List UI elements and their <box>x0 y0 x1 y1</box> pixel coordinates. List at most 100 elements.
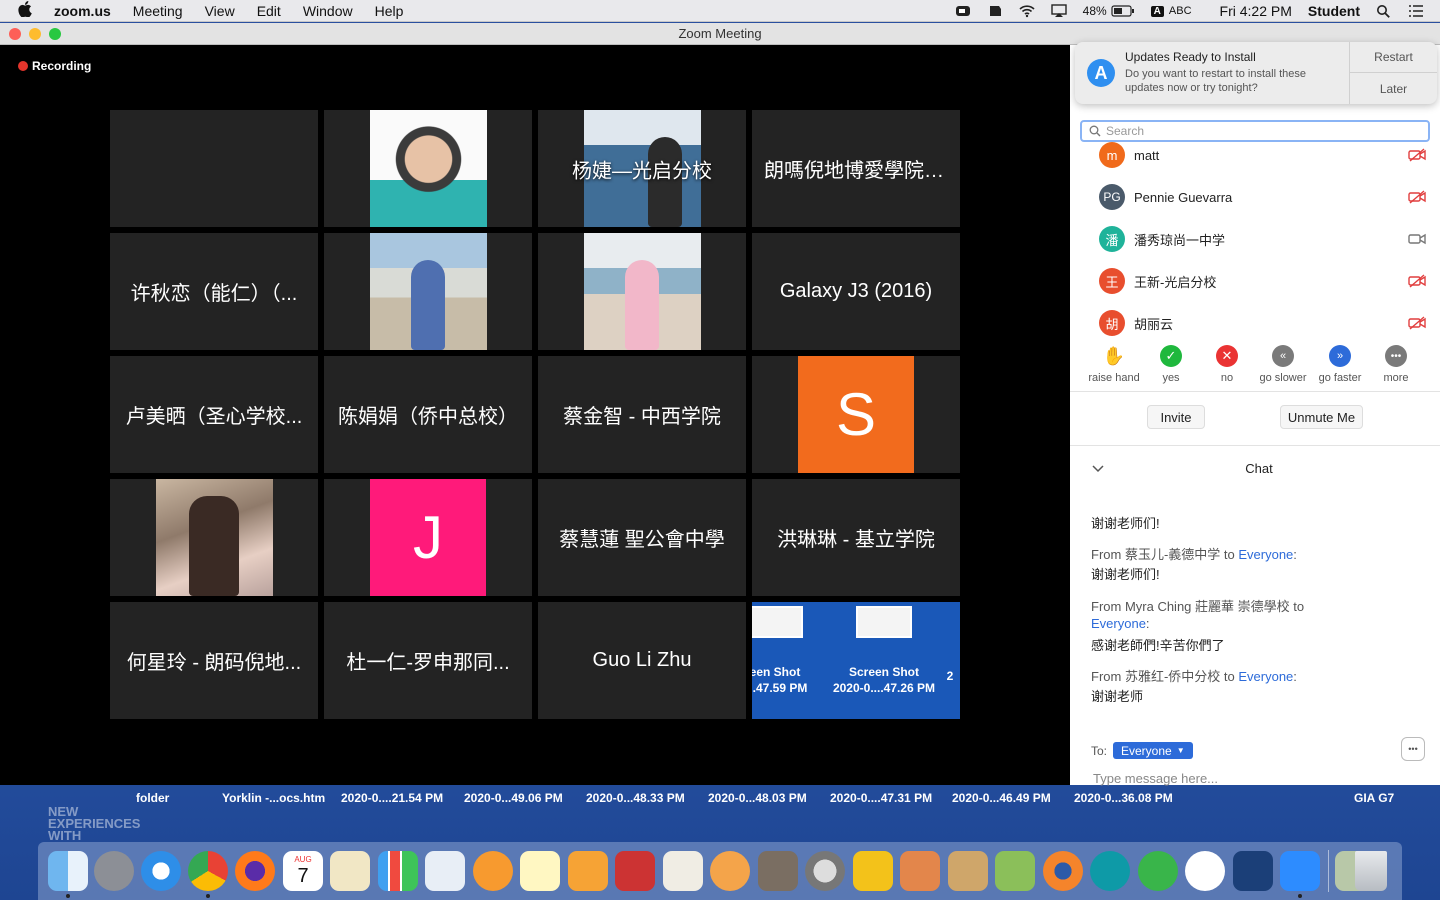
menu-view[interactable]: View <box>205 3 235 19</box>
launchpad-icon[interactable] <box>94 851 134 891</box>
scratch-icon[interactable] <box>710 851 750 891</box>
participant-tile[interactable] <box>324 110 532 227</box>
textedit-icon[interactable] <box>663 851 703 891</box>
archive-icon[interactable] <box>948 851 988 891</box>
wifi-icon[interactable] <box>1019 4 1035 18</box>
minimize-window-button[interactable] <box>29 28 41 40</box>
zoom-app-icon[interactable] <box>1280 851 1320 891</box>
desktop-file-label[interactable]: folder <box>136 791 169 805</box>
blender-icon[interactable] <box>1043 851 1083 891</box>
participant-tile[interactable]: 蔡金智 - 中西学院 <box>538 356 746 473</box>
desktop-file-label[interactable]: 2020-0...48.03 PM <box>708 791 807 805</box>
desktop-file-label[interactable]: 2020-0....21.54 PM <box>341 791 443 805</box>
screen-share-tile[interactable]: een Shot ....47.59 PM Screen Shot 2020-0… <box>752 602 960 719</box>
invite-button[interactable]: Invite <box>1147 405 1205 429</box>
menu-meeting[interactable]: Meeting <box>133 3 183 19</box>
battery-icon[interactable] <box>1111 5 1135 17</box>
go-slower-button[interactable]: « go slower <box>1255 345 1311 384</box>
chat-message-input[interactable]: Type message here... <box>1093 771 1218 786</box>
spotlight-search-icon[interactable] <box>1376 4 1392 18</box>
video-on-icon[interactable] <box>1408 232 1426 246</box>
yes-button[interactable]: ✓ yes <box>1143 345 1199 384</box>
raise-hand-button[interactable]: ✋ raise hand <box>1086 345 1142 385</box>
video-off-icon[interactable] <box>1408 148 1426 162</box>
later-button[interactable]: Later <box>1350 73 1437 104</box>
menu-clock[interactable]: Fri 4:22 PM <box>1220 3 1292 19</box>
menu-edit[interactable]: Edit <box>257 3 281 19</box>
desktop-file-label[interactable]: 2020-0...46.49 PM <box>952 791 1051 805</box>
no-button[interactable]: ✕ no <box>1199 345 1255 384</box>
notification-center-icon[interactable] <box>1408 4 1424 18</box>
desktop-file-label[interactable]: Yorklin -...ocs.htm <box>222 791 325 805</box>
video-off-icon[interactable] <box>1408 316 1426 330</box>
firefox-icon[interactable] <box>235 851 275 891</box>
participant-tile[interactable]: J <box>324 479 532 596</box>
numbers-icon[interactable] <box>378 851 418 891</box>
participant-tile[interactable]: 陈娟娟（侨中总校） <box>324 356 532 473</box>
participant-tile[interactable]: 许秋恋（能仁）（... <box>110 233 318 350</box>
participant-row[interactable]: m matt <box>1070 134 1440 176</box>
participant-tile[interactable]: 蔡慧蓮 聖公會中學 <box>538 479 746 596</box>
desktop-file-label[interactable]: 2020-0....47.31 PM <box>830 791 932 805</box>
readwrite-icon[interactable] <box>1233 851 1273 891</box>
calendar-icon[interactable]: AUG 7 <box>283 851 323 891</box>
participant-row[interactable]: 胡 胡丽云 <box>1070 302 1440 344</box>
atom-icon[interactable] <box>1138 851 1178 891</box>
pages-icon[interactable] <box>568 851 608 891</box>
keynote-icon[interactable] <box>425 851 465 891</box>
participant-tile[interactable]: 何星玲 - 朗码倪地... <box>110 602 318 719</box>
participant-tile[interactable]: Guo Li Zhu <box>538 602 746 719</box>
participant-row[interactable]: PG Pennie Guevarra <box>1070 176 1440 218</box>
chat-more-button[interactable]: ••• <box>1401 737 1425 761</box>
participant-tile[interactable] <box>110 110 318 227</box>
finder-icon[interactable] <box>48 851 88 891</box>
close-window-button[interactable] <box>9 28 21 40</box>
desktop-file-label[interactable]: GIA G7 <box>1354 791 1394 805</box>
go-faster-button[interactable]: » go faster <box>1312 345 1368 384</box>
video-off-icon[interactable] <box>1408 190 1426 204</box>
participant-tile[interactable]: Galaxy J3 (2016) <box>752 233 960 350</box>
participant-tile[interactable]: 杨婕—光启分校 <box>538 110 746 227</box>
desktop-file-label[interactable]: 2020-0...49.06 PM <box>464 791 563 805</box>
participant-row[interactable]: 潘 潘秀琼尚一中学 <box>1070 218 1440 260</box>
stickies-icon[interactable] <box>520 851 560 891</box>
restart-button[interactable]: Restart <box>1350 42 1437 73</box>
participant-tile[interactable] <box>324 233 532 350</box>
participant-tile[interactable]: 洪琳琳 - 基立学院 <box>752 479 960 596</box>
participant-tile[interactable]: 卢美晒（圣心学校... <box>110 356 318 473</box>
ibooks-icon[interactable] <box>473 851 513 891</box>
participant-tile[interactable] <box>538 233 746 350</box>
photo-booth-icon[interactable] <box>615 851 655 891</box>
evernote-status-icon[interactable] <box>987 4 1003 18</box>
menu-user[interactable]: Student <box>1308 3 1360 19</box>
notes-app-icon[interactable] <box>330 851 370 891</box>
unmute-me-button[interactable]: Unmute Me <box>1280 405 1363 429</box>
participant-tile[interactable]: 朗嗎倪地博愛學院學校 <box>752 110 960 227</box>
menu-window[interactable]: Window <box>303 3 353 19</box>
app-icon[interactable] <box>900 851 940 891</box>
participant-tile[interactable] <box>110 479 318 596</box>
input-source[interactable]: A ABC <box>1150 5 1192 17</box>
menu-app-name[interactable]: zoom.us <box>54 3 111 19</box>
video-off-icon[interactable] <box>1408 274 1426 288</box>
safari-icon[interactable] <box>141 851 181 891</box>
preview-icon[interactable] <box>995 851 1035 891</box>
gimp-icon[interactable] <box>758 851 798 891</box>
desktop-file-label[interactable]: 2020-0...48.33 PM <box>586 791 685 805</box>
apple-menu-icon[interactable] <box>18 0 38 21</box>
participant-row[interactable]: 王 王新-光启分校 <box>1070 260 1440 302</box>
zoom-window-button[interactable] <box>49 28 61 40</box>
evernote-icon[interactable] <box>1185 851 1225 891</box>
arduino-icon[interactable] <box>1090 851 1130 891</box>
moodle-icon[interactable] <box>853 851 893 891</box>
trash-icon[interactable] <box>1355 851 1387 891</box>
chat-recipient-select[interactable]: Everyone ▼ <box>1113 742 1193 759</box>
participant-tile[interactable]: 杜一仁-罗申那同... <box>324 602 532 719</box>
airplay-icon[interactable] <box>1050 4 1067 18</box>
desktop-file-label[interactable]: 2020-0...36.08 PM <box>1074 791 1173 805</box>
menu-help[interactable]: Help <box>375 3 404 19</box>
zoom-status-icon[interactable] <box>955 4 971 18</box>
chrome-icon[interactable] <box>188 851 228 891</box>
participant-tile[interactable]: S <box>752 356 960 473</box>
system-preferences-icon[interactable] <box>805 851 845 891</box>
